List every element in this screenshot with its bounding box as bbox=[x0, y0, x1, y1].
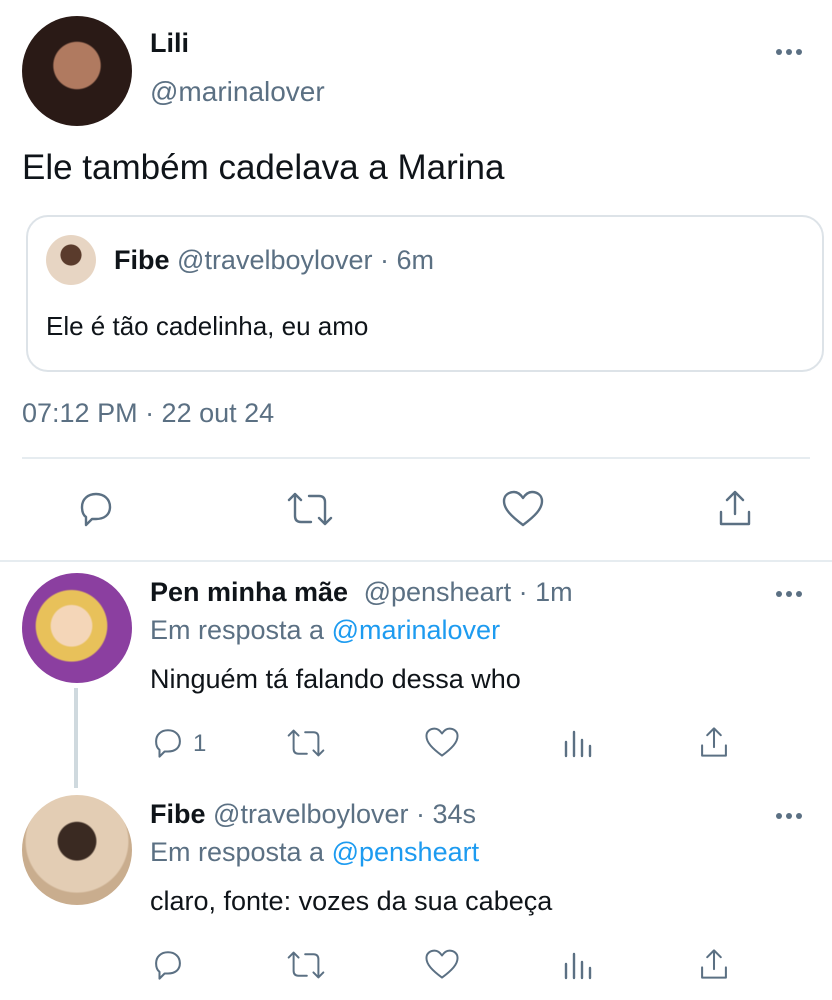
like-icon[interactable] bbox=[424, 726, 460, 759]
reply-text: Ninguém tá falando dessa who bbox=[150, 664, 521, 694]
share-icon[interactable] bbox=[715, 488, 755, 528]
quoted-text: Ele é tão cadelinha, eu amo bbox=[46, 311, 369, 341]
reply-text: claro, fonte: vozes da sua cabeça bbox=[150, 886, 553, 916]
divider bbox=[22, 457, 810, 459]
analytics-icon[interactable] bbox=[562, 726, 594, 758]
reply-prefix: Em resposta a bbox=[150, 837, 325, 867]
retweet-icon[interactable] bbox=[287, 949, 325, 981]
author-handle-time[interactable]: @pensheart · 1m bbox=[364, 577, 573, 607]
reply-prefix: Em resposta a bbox=[150, 615, 325, 645]
tweet-text: Ele também cadelava a Marina bbox=[22, 148, 505, 187]
avatar[interactable] bbox=[22, 573, 132, 683]
reply-icon[interactable] bbox=[151, 948, 185, 982]
quoted-avatar bbox=[46, 235, 96, 285]
like-icon[interactable] bbox=[501, 489, 545, 529]
reply-count: 1 bbox=[193, 730, 207, 757]
share-icon[interactable] bbox=[697, 947, 731, 981]
author-handle-time[interactable]: @travelboylover · 34s bbox=[213, 799, 476, 829]
author-name[interactable]: Lili bbox=[150, 28, 189, 59]
reply-to-link[interactable]: @marinalover bbox=[332, 615, 500, 645]
share-icon[interactable] bbox=[697, 725, 731, 759]
quoted-handle-time: @travelboylover · 6m bbox=[177, 245, 435, 275]
more-options-icon[interactable] bbox=[776, 591, 802, 597]
author-name[interactable]: Fibe bbox=[150, 799, 206, 829]
avatar[interactable] bbox=[22, 795, 132, 905]
more-options-icon[interactable] bbox=[776, 813, 802, 819]
like-icon[interactable] bbox=[424, 948, 460, 981]
retweet-icon[interactable] bbox=[287, 727, 325, 759]
reply-icon[interactable] bbox=[76, 489, 116, 529]
reply-icon[interactable] bbox=[151, 726, 185, 760]
thread-line bbox=[74, 688, 78, 788]
quoted-tweet[interactable]: Fibe @travelboylover · 6m Ele é tão cade… bbox=[26, 215, 824, 372]
divider bbox=[0, 560, 832, 562]
more-options-icon[interactable] bbox=[776, 49, 802, 55]
author-handle[interactable]: @marinalover bbox=[150, 76, 325, 108]
avatar[interactable] bbox=[22, 16, 132, 126]
reply-to-link[interactable]: @pensheart bbox=[332, 837, 480, 867]
retweet-icon[interactable] bbox=[287, 490, 333, 528]
analytics-icon[interactable] bbox=[562, 948, 594, 980]
tweet-timestamp[interactable]: 07:12 PM · 22 out 24 bbox=[22, 398, 274, 429]
quoted-author-name: Fibe bbox=[114, 245, 170, 275]
author-name[interactable]: Pen minha mãe bbox=[150, 577, 348, 607]
